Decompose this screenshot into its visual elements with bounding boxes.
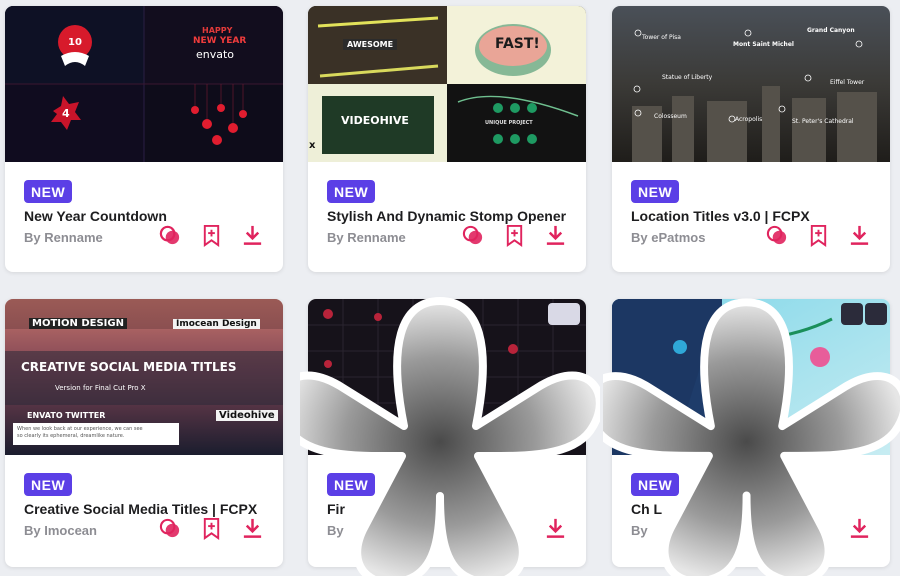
download-icon[interactable] <box>544 517 567 540</box>
bookmark-plus-icon[interactable] <box>503 224 526 247</box>
thumb-tweet-line: When we look back at our experience, we … <box>17 426 143 432</box>
preview-icon[interactable] <box>766 224 789 247</box>
download-icon[interactable] <box>544 224 567 247</box>
card-actions <box>462 517 567 540</box>
template-card[interactable]: Tower of Pisa Mont Saint Michel Grand Ca… <box>612 6 890 272</box>
thumb-greeting-1: HAPPY <box>202 26 233 35</box>
new-badge: NEW <box>631 473 680 496</box>
thumb-greeting-2: NEW YEAR <box>193 36 247 46</box>
template-grid: 10 4 HAPPY NEW YEAR envato NEW New Year … <box>0 0 900 576</box>
thumb-location: Tower of Pisa <box>642 34 681 41</box>
thumb-videohive: Videohive <box>216 410 278 421</box>
preview-icon[interactable] <box>462 224 485 247</box>
bookmark-plus-icon[interactable] <box>200 517 223 540</box>
new-badge: NEW <box>24 473 73 496</box>
thumb-videohive: VIDEOHIVE <box>341 114 409 127</box>
thumb-brand: envato <box>196 48 235 61</box>
card-title[interactable]: Stylish And Dynamic Stomp Opener <box>327 208 567 224</box>
thumb-location: Grand Canyon <box>807 27 855 34</box>
thumb-location: Acropolis <box>735 116 763 123</box>
template-card[interactable]: NEW Fir By <box>308 299 586 567</box>
thumb-unique: UNIQUE PROJECT <box>485 120 533 126</box>
thumb-awesome: AWESOME <box>343 39 398 50</box>
download-icon[interactable] <box>241 517 264 540</box>
card-body: NEW Creative Social Media Titles | FCPX … <box>5 455 283 567</box>
preview-icon[interactable] <box>159 224 182 247</box>
thumb-location: Eiffel Tower <box>830 79 865 86</box>
thumb-envato-twitter: ENVATO TWITTER <box>27 411 106 420</box>
thumb-location: Colosseum <box>654 113 687 120</box>
card-thumbnail[interactable]: 10 4 HAPPY NEW YEAR envato <box>5 6 283 162</box>
download-icon[interactable] <box>848 517 871 540</box>
card-thumbnail[interactable] <box>308 299 586 455</box>
card-thumbnail[interactable]: Tower of Pisa Mont Saint Michel Grand Ca… <box>612 6 890 162</box>
preview-icon[interactable] <box>159 517 182 540</box>
template-card[interactable]: NEW Ch L By <box>612 299 890 567</box>
thumb-number-top: 10 <box>68 37 82 48</box>
card-body: NEW New Year Countdown By Renname <box>5 162 283 272</box>
thumb-tweet-line: so clearly its ephemeral, dreamlike natu… <box>17 433 125 439</box>
new-badge: NEW <box>327 473 376 496</box>
card-body: NEW Ch L By <box>612 455 890 567</box>
thumb-motion-design: MOTION DESIGN <box>29 318 127 329</box>
thumb-location: St. Peter's Cathedral <box>792 118 854 125</box>
download-icon[interactable] <box>848 224 871 247</box>
new-badge: NEW <box>24 180 73 203</box>
download-icon[interactable] <box>241 224 264 247</box>
thumb-version: Version for Final Cut Pro X <box>55 384 146 392</box>
bookmark-plus-icon[interactable] <box>807 224 830 247</box>
card-actions <box>766 517 871 540</box>
card-body: NEW Stylish And Dynamic Stomp Opener By … <box>308 162 586 272</box>
new-badge: NEW <box>631 180 680 203</box>
bookmark-plus-icon[interactable] <box>200 224 223 247</box>
card-title[interactable]: Ch L <box>631 501 871 517</box>
card-actions <box>159 517 264 540</box>
card-actions <box>462 224 567 247</box>
template-card[interactable]: 10 4 HAPPY NEW YEAR envato NEW New Year … <box>5 6 283 272</box>
card-title[interactable]: Creative Social Media Titles | FCPX <box>24 501 264 517</box>
card-actions <box>159 224 264 247</box>
card-body: NEW Fir By <box>308 455 586 567</box>
thumb-location: Mont Saint Michel <box>733 41 794 48</box>
thumb-location: Statue of Liberty <box>662 74 713 81</box>
template-card[interactable]: MOTION DESIGN Imocean Design CREATIVE SO… <box>5 299 283 567</box>
thumb-x: x <box>309 140 316 151</box>
card-thumbnail[interactable]: MOTION DESIGN Imocean Design CREATIVE SO… <box>5 299 283 455</box>
thumb-headline: CREATIVE SOCIAL MEDIA TITLES <box>21 360 237 374</box>
card-title[interactable]: Location Titles v3.0 | FCPX <box>631 208 871 224</box>
card-thumbnail[interactable]: AWESOME FAST! VIDEOHIVE UNIQUE PROJECT x <box>308 6 586 162</box>
thumb-fast: FAST! <box>495 36 540 52</box>
template-card[interactable]: AWESOME FAST! VIDEOHIVE UNIQUE PROJECT x… <box>308 6 586 272</box>
thumb-number-bottom: 4 <box>62 107 70 120</box>
card-thumbnail[interactable] <box>612 299 890 455</box>
card-body: NEW Location Titles v3.0 | FCPX By ePatm… <box>612 162 890 272</box>
card-actions <box>766 224 871 247</box>
thumb-imocean: Imocean Design <box>173 319 260 329</box>
card-title[interactable]: Fir <box>327 501 567 517</box>
card-title[interactable]: New Year Countdown <box>24 208 264 224</box>
new-badge: NEW <box>327 180 376 203</box>
